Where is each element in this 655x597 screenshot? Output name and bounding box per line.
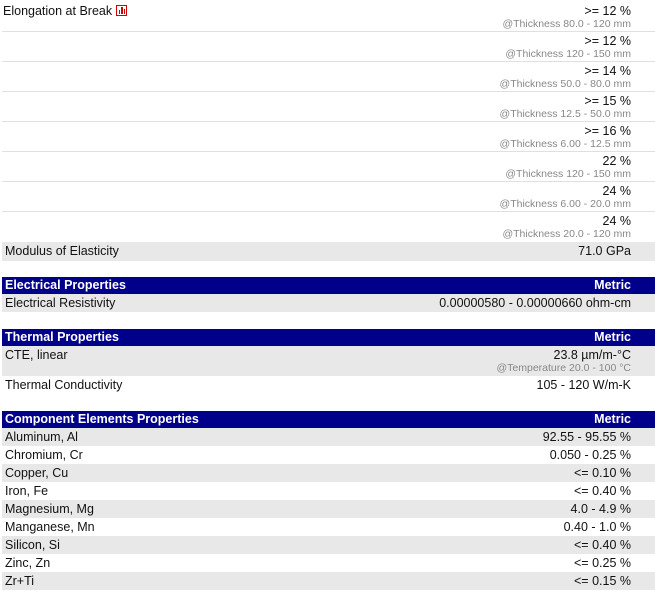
conductivity-row: Thermal Conductivity 105 - 120 W/m-K <box>2 376 655 395</box>
property-value: 4.0 - 4.9 % <box>570 502 631 516</box>
component-row: Copper, Cu <= 0.10 % <box>2 464 655 482</box>
property-condition: @Temperature 20.0 - 100 °C <box>496 362 631 374</box>
property-label: Manganese, Mn <box>5 520 95 534</box>
section-title: Component Elements Properties <box>5 412 199 426</box>
component-row: Zinc, Zn <= 0.25 % <box>2 554 655 572</box>
elongation-row: 24 % @Thickness 20.0 - 120 mm <box>2 212 655 242</box>
property-condition: @Thickness 80.0 - 120 mm <box>502 18 631 30</box>
property-value: <= 0.10 % <box>574 466 631 480</box>
elongation-row: 22 % @Thickness 120 - 150 mm <box>2 152 655 182</box>
property-label: Magnesium, Mg <box>5 502 94 516</box>
property-value: <= 0.40 % <box>574 538 631 552</box>
property-label: Copper, Cu <box>5 466 69 480</box>
modulus-row: Modulus of Elasticity 71.0 GPa <box>2 242 655 261</box>
property-label: Aluminum, Al <box>5 430 78 444</box>
property-value: 0.00000580 - 0.00000660 ohm-cm <box>439 296 631 310</box>
property-value: 23.8 µm/m-°C <box>553 348 632 362</box>
property-condition: @Thickness 50.0 - 80.0 mm <box>499 78 631 90</box>
property-label: Zr+Ti <box>5 574 35 588</box>
cte-row: CTE, linear 23.8 µm/m-°C @Temperature 20… <box>2 346 655 376</box>
property-value: 71.0 GPa <box>578 244 631 258</box>
component-row: Silicon, Si <= 0.40 % <box>2 536 655 554</box>
property-label: Silicon, Si <box>5 538 60 552</box>
elongation-row: 24 % @Thickness 6.00 - 20.0 mm <box>2 182 655 212</box>
property-label: Iron, Fe <box>5 484 49 498</box>
component-row: Chromium, Cr 0.050 - 0.25 % <box>2 446 655 464</box>
property-value: <= 0.25 % <box>574 556 631 570</box>
section-title: Thermal Properties <box>5 330 119 344</box>
component-row: Magnesium, Mg 4.0 - 4.9 % <box>2 500 655 518</box>
property-value: >= 14 % <box>584 64 631 78</box>
component-row: Manganese, Mn 0.40 - 1.0 % <box>2 518 655 536</box>
property-label: CTE, linear <box>5 348 68 362</box>
property-label: Electrical Resistivity <box>5 296 116 310</box>
component-row: Aluminum, Al 92.55 - 95.55 % <box>2 428 655 446</box>
property-value: 92.55 - 95.55 % <box>542 430 631 444</box>
resistivity-row: Electrical Resistivity 0.00000580 - 0.00… <box>2 294 655 312</box>
property-condition: @Thickness 6.00 - 12.5 mm <box>499 138 631 150</box>
property-label: Zinc, Zn <box>5 556 51 570</box>
elongation-row: >= 14 % @Thickness 50.0 - 80.0 mm <box>2 62 655 92</box>
property-value: <= 0.15 % <box>574 574 631 588</box>
property-value: 24 % <box>602 184 632 198</box>
property-condition: @Thickness 12.5 - 50.0 mm <box>499 108 631 120</box>
property-condition: @Thickness 120 - 150 mm <box>505 48 631 60</box>
property-value: >= 16 % <box>584 124 631 138</box>
property-value: 22 % <box>602 154 632 168</box>
section-title: Electrical Properties <box>5 278 126 292</box>
property-value: <= 0.40 % <box>574 484 631 498</box>
property-value: 105 - 120 W/m-K <box>536 378 631 392</box>
property-condition: @Thickness 20.0 - 120 mm <box>502 228 631 240</box>
property-label: Thermal Conductivity <box>5 378 123 392</box>
property-label: Chromium, Cr <box>5 448 83 462</box>
property-value: >= 15 % <box>584 94 631 108</box>
property-value: 0.050 - 0.25 % <box>549 448 631 462</box>
metric-label: Metric <box>594 330 631 344</box>
property-value: >= 12 % <box>584 34 631 48</box>
metric-label: Metric <box>594 412 631 426</box>
metric-label: Metric <box>594 278 631 292</box>
electrical-header: Electrical Properties Metric <box>2 277 655 294</box>
elongation-row: >= 15 % @Thickness 12.5 - 50.0 mm <box>2 92 655 122</box>
property-condition: @Thickness 6.00 - 20.0 mm <box>499 198 631 210</box>
property-value: 0.40 - 1.0 % <box>563 520 631 534</box>
component-row: Zr+Ti <= 0.15 % <box>2 572 655 590</box>
component-row: Iron, Fe <= 0.40 % <box>2 482 655 500</box>
thermal-header: Thermal Properties Metric <box>2 329 655 346</box>
elongation-row: >= 12 % @Thickness 120 - 150 mm <box>2 32 655 62</box>
components-header: Component Elements Properties Metric <box>2 411 655 428</box>
property-label: Modulus of Elasticity <box>5 244 119 258</box>
property-value: 24 % <box>602 214 632 228</box>
elongation-row: >= 16 % @Thickness 6.00 - 12.5 mm <box>2 122 655 152</box>
property-value: >= 12 % <box>584 4 631 18</box>
property-condition: @Thickness 120 - 150 mm <box>505 168 631 180</box>
elongation-row: >= 12 % @Thickness 80.0 - 120 mm <box>2 0 655 32</box>
